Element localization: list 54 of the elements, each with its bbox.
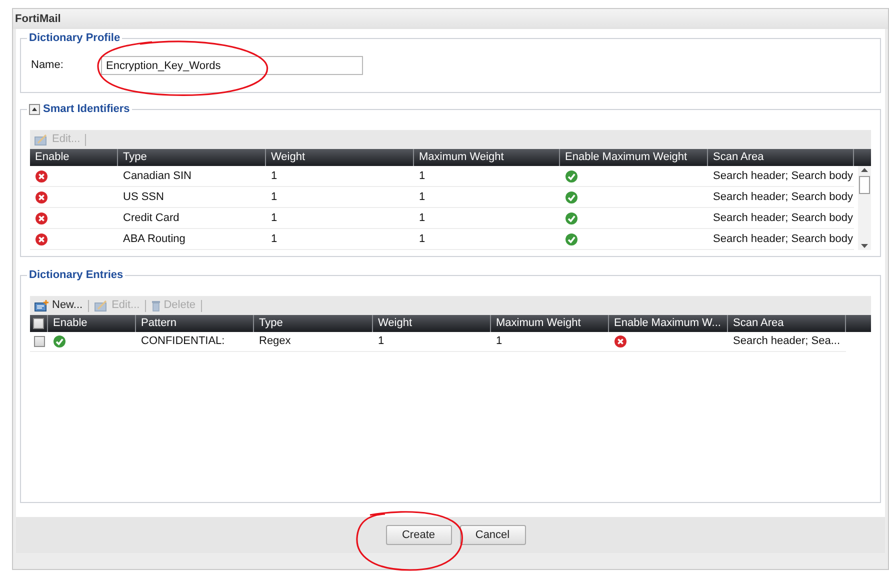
table-cell-text: 1 xyxy=(270,232,278,247)
scroll-down-icon[interactable] xyxy=(861,244,868,248)
table-cell-text: 1 xyxy=(495,334,504,350)
edit-icon xyxy=(34,134,49,146)
table-cell-text: CONFIDENTIAL: xyxy=(140,334,226,350)
table-cell-text: 1 xyxy=(418,232,426,247)
column-header[interactable]: Type xyxy=(118,149,266,166)
column-header[interactable]: Maximum Weight xyxy=(414,149,560,166)
scroll-up-icon[interactable] xyxy=(861,168,868,172)
collapse-toggle-icon[interactable] xyxy=(29,104,40,114)
column-header[interactable]: Enable xyxy=(30,149,118,166)
window-title: FortiMail xyxy=(13,9,888,29)
table-cell-text: Search header; Search body xyxy=(712,232,854,247)
table-cell-text: 1 xyxy=(270,190,278,205)
table-cell-text: 1 xyxy=(377,334,386,350)
checkbox[interactable] xyxy=(34,336,44,347)
trash-icon xyxy=(150,300,161,312)
table-cell-text: 1 xyxy=(270,168,278,184)
table-cell-text: Search header; Sea... xyxy=(732,334,842,350)
table-cell-text: Search header; Search body xyxy=(712,190,854,205)
column-header[interactable]: Weight xyxy=(266,149,414,166)
table-cell-text: 1 xyxy=(418,168,426,184)
section-title: Smart Identifiers xyxy=(43,102,130,116)
column-header[interactable]: Enable xyxy=(48,315,136,332)
column-header[interactable]: Maximum Weight xyxy=(491,315,609,332)
column-header[interactable]: Type xyxy=(254,315,373,332)
table-cell-text: Regex xyxy=(258,334,292,350)
table-cell-text: 1 xyxy=(418,190,426,205)
column-header[interactable]: Enable Maximum W... xyxy=(609,315,728,332)
edit-icon xyxy=(94,300,109,312)
toolbar-button[interactable]: New... xyxy=(34,297,83,314)
dialog-button[interactable]: Cancel xyxy=(460,525,526,545)
dialog-button[interactable]: Create xyxy=(386,525,452,545)
table-cell-text: Search header; Search body xyxy=(712,210,854,226)
column-header[interactable]: Scan Area xyxy=(708,149,854,166)
column-header[interactable]: Pattern xyxy=(136,315,254,332)
scrollbar[interactable] xyxy=(858,166,871,250)
table-cell-text: Canadian SIN xyxy=(122,168,192,184)
section-title: Dictionary Profile xyxy=(29,31,120,45)
field-label: Name: xyxy=(31,58,64,74)
table-cell-text: US SSN xyxy=(122,190,165,205)
section-title: Dictionary Entries xyxy=(29,268,124,282)
column-header[interactable]: Enable Maximum Weight xyxy=(560,149,708,166)
table-cell-text: 1 xyxy=(270,210,278,226)
new-item-icon xyxy=(34,300,49,312)
table-cell-text: 1 xyxy=(418,210,426,226)
checkbox[interactable] xyxy=(33,318,44,329)
scrollbar-thumb[interactable] xyxy=(859,176,870,194)
table-cell-text: Credit Card xyxy=(122,210,180,226)
table-cell-text: Search header; Search body xyxy=(712,168,854,184)
table-cell-text: ABA Routing xyxy=(122,232,186,247)
name-field[interactable]: Encryption_Key_Words xyxy=(101,56,363,75)
column-header[interactable]: Scan Area xyxy=(728,315,846,332)
column-header[interactable]: Weight xyxy=(373,315,491,332)
